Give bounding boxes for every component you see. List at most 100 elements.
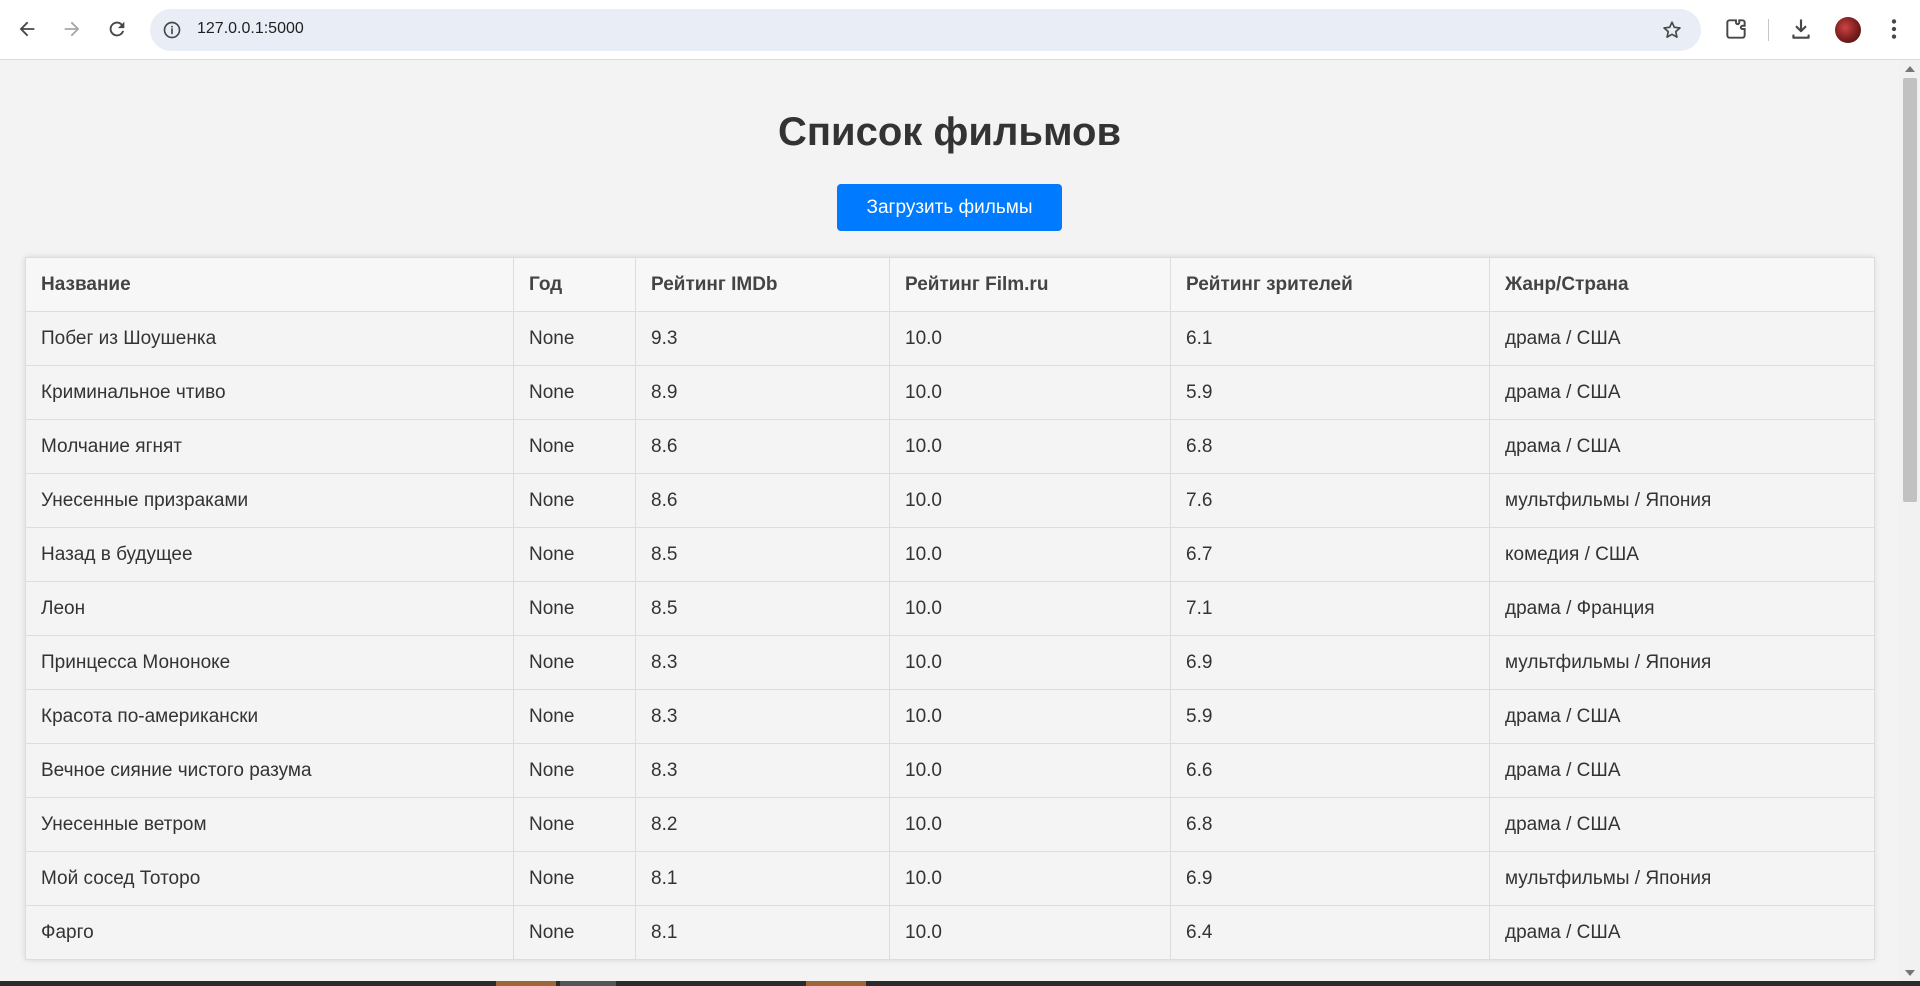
column-header-imdb: Рейтинг IMDb	[635, 257, 890, 312]
cell-title: Принцесса Мононоке	[25, 635, 514, 690]
cell-filmru: 10.0	[889, 581, 1171, 636]
cell-genre-country: драма / США	[1489, 743, 1875, 798]
table-row: Назад в будущее None 8.5 10.0 6.7 комеди…	[25, 527, 1875, 582]
cell-imdb: 8.2	[635, 797, 890, 852]
cell-year: None	[513, 797, 636, 852]
column-header-filmru: Рейтинг Film.ru	[889, 257, 1171, 312]
load-films-button[interactable]: Загрузить фильмы	[837, 184, 1062, 231]
taskbar-app-indicator[interactable]	[496, 981, 556, 986]
cell-genre-country: драма / США	[1489, 797, 1875, 852]
cell-year: None	[513, 851, 636, 906]
cell-filmru: 10.0	[889, 743, 1171, 798]
cell-genre-country: драма / США	[1489, 311, 1875, 366]
table-row: Криминальное чтиво None 8.9 10.0 5.9 дра…	[25, 365, 1875, 420]
cell-title: Красота по-американски	[25, 689, 514, 744]
cell-filmru: 10.0	[889, 311, 1171, 366]
table-row: Унесенные ветром None 8.2 10.0 6.8 драма…	[25, 797, 1875, 852]
cell-filmru: 10.0	[889, 473, 1171, 528]
table-row: Побег из Шоушенка None 9.3 10.0 6.1 драм…	[25, 311, 1875, 366]
cell-filmru: 10.0	[889, 851, 1171, 906]
cell-imdb: 8.3	[635, 743, 890, 798]
cell-filmru: 10.0	[889, 689, 1171, 744]
page-title: Список фильмов	[777, 110, 1122, 154]
column-header-year: Год	[513, 257, 636, 312]
avatar[interactable]	[1835, 17, 1861, 43]
forward-icon	[64, 21, 80, 37]
cell-audience: 7.6	[1170, 473, 1490, 528]
cell-imdb: 8.6	[635, 473, 890, 528]
table-row: Молчание ягнят None 8.6 10.0 6.8 драма /…	[25, 419, 1875, 474]
cell-audience: 6.6	[1170, 743, 1490, 798]
taskbar-app-indicator[interactable]	[806, 981, 866, 986]
forward-button[interactable]	[56, 13, 88, 45]
cell-title: Назад в будущее	[25, 527, 514, 582]
site-info-icon[interactable]	[162, 20, 182, 40]
reload-icon	[109, 21, 125, 37]
cell-genre-country: драма / США	[1489, 905, 1875, 960]
table-row: Фарго None 8.1 10.0 6.4 драма / США	[25, 905, 1875, 960]
cell-filmru: 10.0	[889, 527, 1171, 582]
cell-title: Вечное сияние чистого разума	[25, 743, 514, 798]
column-header-title: Название	[25, 257, 514, 312]
table-row: Унесенные призраками None 8.6 10.0 7.6 м…	[25, 473, 1875, 528]
cell-year: None	[513, 689, 636, 744]
cell-audience: 6.4	[1170, 905, 1490, 960]
cell-genre-country: мультфильмы / Япония	[1489, 473, 1875, 528]
bookmark-star-icon[interactable]	[1661, 19, 1683, 41]
browser-toolbar: 127.0.0.1:5000	[0, 0, 1920, 60]
scrollbar-thumb[interactable]	[1903, 78, 1917, 502]
films-table-container: Название Год Рейтинг IMDb Рейтинг Film.r…	[25, 257, 1875, 960]
page-scrollbar[interactable]	[1899, 60, 1920, 981]
cell-genre-country: мультфильмы / Япония	[1489, 851, 1875, 906]
cell-genre-country: драма / США	[1489, 419, 1875, 474]
cell-year: None	[513, 527, 636, 582]
url-text[interactable]: 127.0.0.1:5000	[197, 20, 304, 38]
cell-year: None	[513, 743, 636, 798]
table-row: Мой сосед Тоторо None 8.1 10.0 6.9 мульт…	[25, 851, 1875, 906]
cell-imdb: 9.3	[635, 311, 890, 366]
cell-imdb: 8.5	[635, 527, 890, 582]
table-row: Вечное сияние чистого разума None 8.3 10…	[25, 743, 1875, 798]
taskbar-app-indicator[interactable]	[560, 981, 616, 986]
back-button[interactable]	[11, 13, 43, 45]
cell-year: None	[513, 473, 636, 528]
column-header-audience: Рейтинг зрителей	[1170, 257, 1490, 312]
cell-filmru: 10.0	[889, 419, 1171, 474]
table-row: Принцесса Мононоке None 8.3 10.0 6.9 мул…	[25, 635, 1875, 690]
cell-imdb: 8.6	[635, 419, 890, 474]
extensions-icon[interactable]	[1723, 16, 1749, 42]
cell-year: None	[513, 365, 636, 420]
cell-imdb: 8.3	[635, 635, 890, 690]
reload-button[interactable]	[101, 13, 133, 45]
cell-title: Молчание ягнят	[25, 419, 514, 474]
cell-year: None	[513, 311, 636, 366]
cell-imdb: 8.3	[635, 689, 890, 744]
cell-year: None	[513, 581, 636, 636]
download-icon[interactable]	[1788, 16, 1814, 42]
cell-title: Побег из Шоушенка	[25, 311, 514, 366]
cell-filmru: 10.0	[889, 635, 1171, 690]
cell-filmru: 10.0	[889, 365, 1171, 420]
column-header-genre-country: Жанр/Страна	[1489, 257, 1875, 312]
cell-genre-country: драма / США	[1489, 689, 1875, 744]
taskbar-strip	[0, 981, 1920, 986]
scroll-up-arrow-icon[interactable]	[1905, 66, 1915, 72]
cell-title: Леон	[25, 581, 514, 636]
cell-audience: 6.8	[1170, 419, 1490, 474]
toolbar-divider	[1768, 19, 1769, 41]
address-bar[interactable]: 127.0.0.1:5000	[150, 9, 1701, 51]
cell-genre-country: комедия / США	[1489, 527, 1875, 582]
cell-audience: 7.1	[1170, 581, 1490, 636]
cell-imdb: 8.1	[635, 851, 890, 906]
scroll-down-arrow-icon[interactable]	[1905, 970, 1915, 976]
cell-genre-country: мультфильмы / Япония	[1489, 635, 1875, 690]
films-table: Название Год Рейтинг IMDb Рейтинг Film.r…	[25, 257, 1875, 960]
cell-audience: 6.1	[1170, 311, 1490, 366]
cell-imdb: 8.1	[635, 905, 890, 960]
cell-year: None	[513, 905, 636, 960]
cell-title: Унесенные призраками	[25, 473, 514, 528]
menu-icon[interactable]	[1881, 16, 1907, 42]
cell-imdb: 8.9	[635, 365, 890, 420]
cell-year: None	[513, 635, 636, 690]
cell-genre-country: драма / США	[1489, 365, 1875, 420]
